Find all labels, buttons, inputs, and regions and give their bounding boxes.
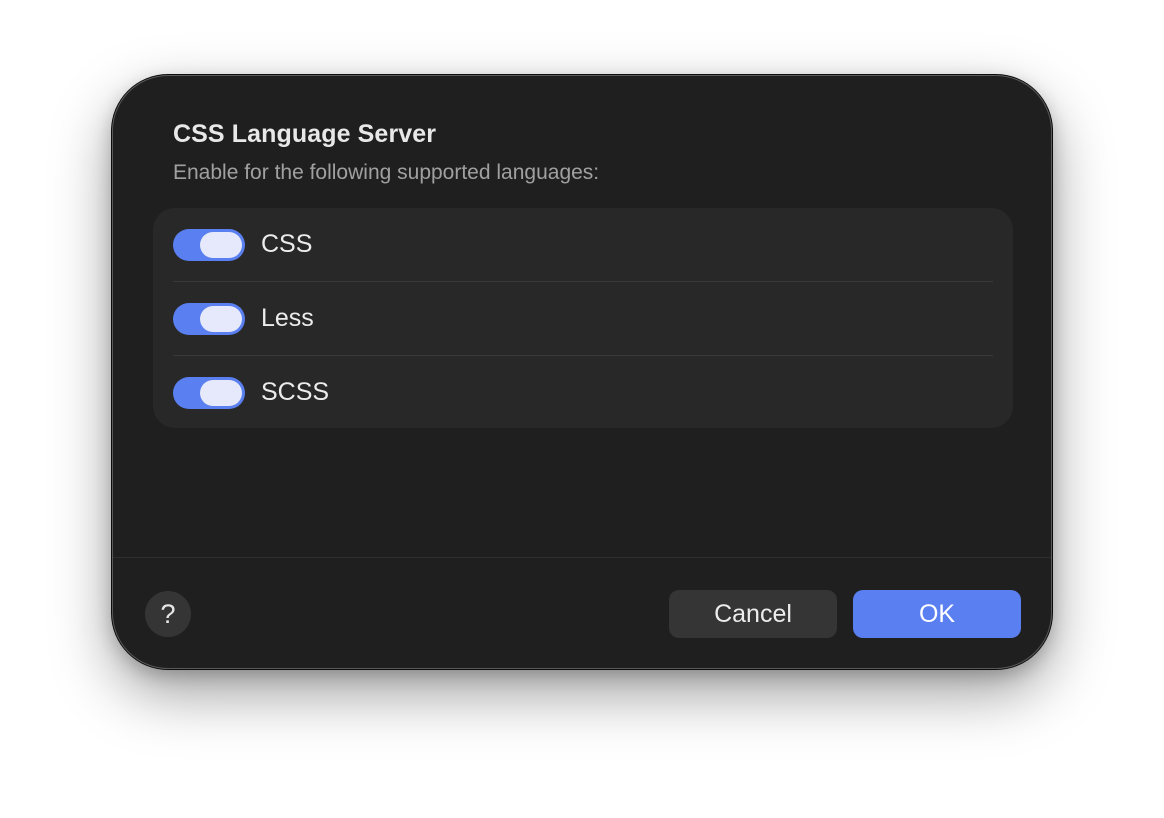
language-label: SCSS [261,378,330,406]
language-toggle-group: CSS Less SCSS [153,208,1013,428]
toggle-knob [200,231,242,258]
help-button[interactable]: ? [145,591,191,637]
language-row-less: Less [173,282,993,355]
css-toggle[interactable] [173,228,245,261]
dialog-title: CSS Language Server [173,120,437,148]
language-label: CSS [261,230,313,258]
scss-toggle[interactable] [173,376,245,409]
css-language-server-dialog: CSS Language Server Enable for the follo… [112,75,1052,669]
cancel-button[interactable]: Cancel [669,590,837,638]
language-label: Less [261,304,314,332]
dialog-subtitle: Enable for the following supported langu… [173,161,600,184]
less-toggle[interactable] [173,302,245,335]
toggle-knob [200,305,242,332]
language-row-scss: SCSS [173,356,993,429]
question-mark-icon: ? [160,598,176,629]
ok-button[interactable]: OK [853,590,1021,638]
toggle-knob [200,379,242,406]
footer-divider [113,557,1051,558]
language-row-css: CSS [173,208,993,281]
